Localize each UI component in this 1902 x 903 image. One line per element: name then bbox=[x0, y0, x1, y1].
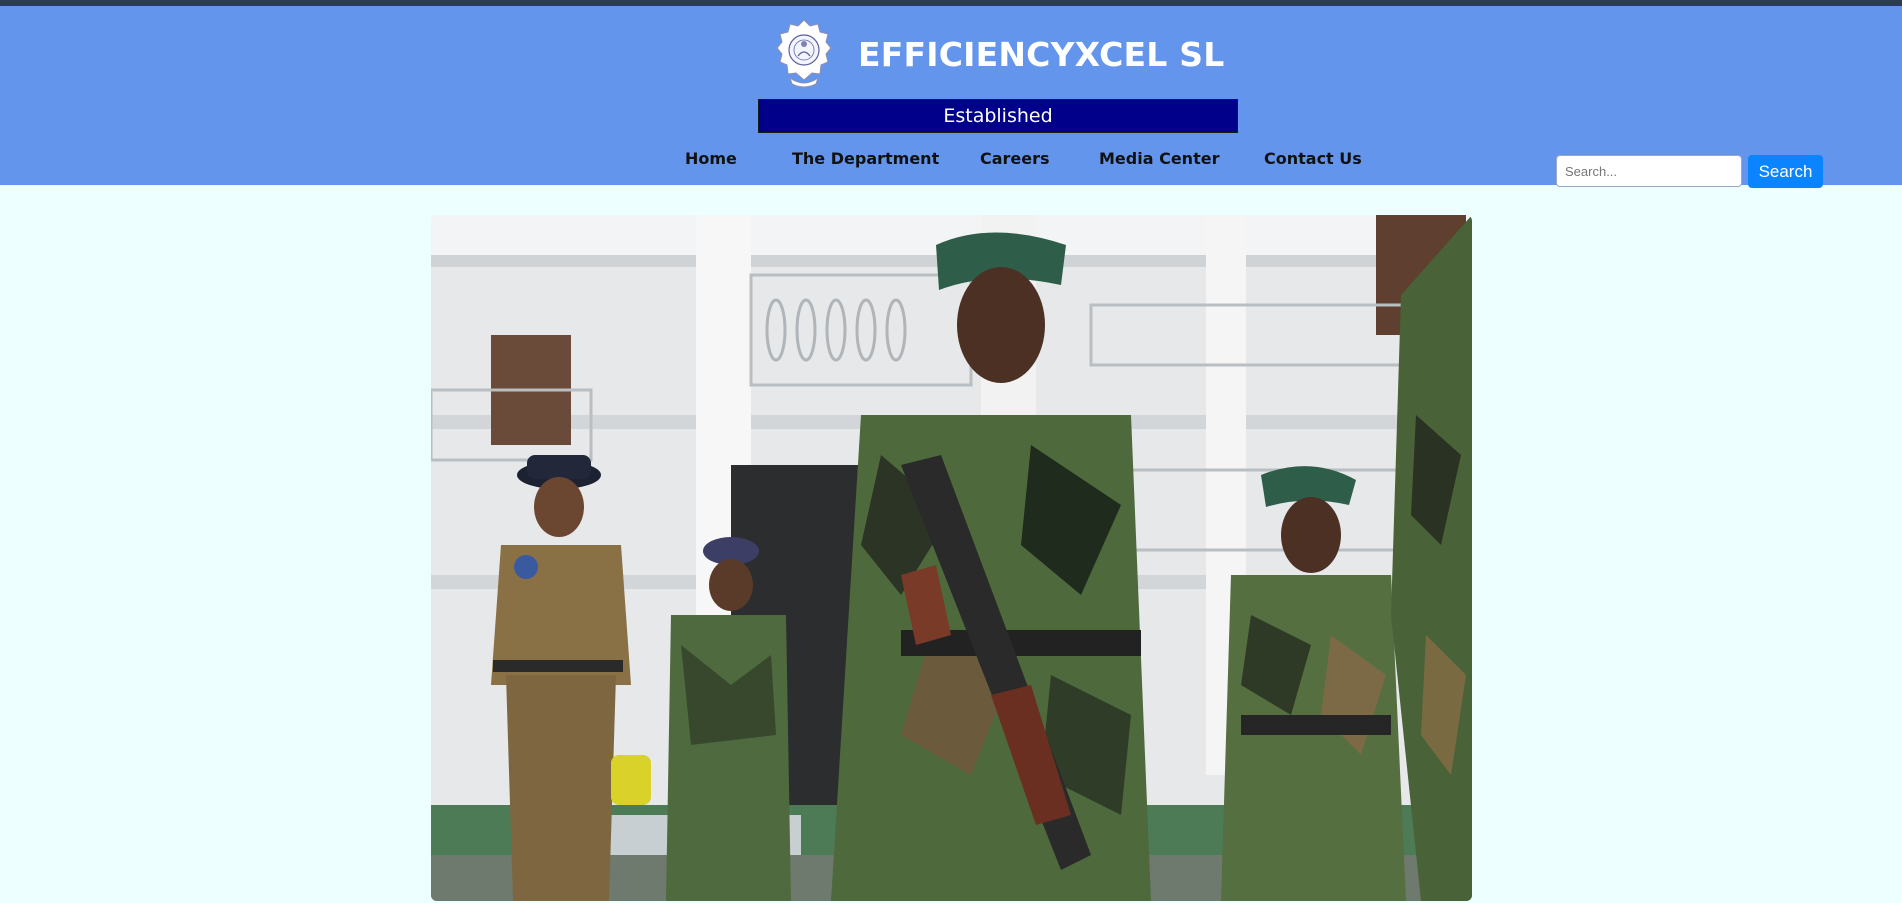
site-title: EFFICIENCYXCEL SL bbox=[858, 34, 1225, 74]
brand: EFFICIENCYXCEL SL bbox=[776, 16, 1224, 92]
nav-media-center[interactable]: Media Center bbox=[1099, 149, 1219, 168]
nav-contact-us[interactable]: Contact Us bbox=[1264, 149, 1362, 168]
search-button[interactable]: Search bbox=[1748, 155, 1823, 188]
nav-careers[interactable]: Careers bbox=[980, 149, 1050, 168]
search-input[interactable] bbox=[1556, 155, 1742, 187]
site-header: EFFICIENCYXCEL SL Established Home The D… bbox=[0, 6, 1902, 188]
tagline-banner: Established bbox=[758, 99, 1238, 133]
nav-the-department[interactable]: The Department bbox=[792, 149, 939, 168]
hero-photo bbox=[431, 215, 1472, 901]
police-emblem-icon bbox=[776, 19, 832, 88]
hero-image bbox=[431, 215, 1472, 901]
nav-home[interactable]: Home bbox=[685, 149, 737, 168]
